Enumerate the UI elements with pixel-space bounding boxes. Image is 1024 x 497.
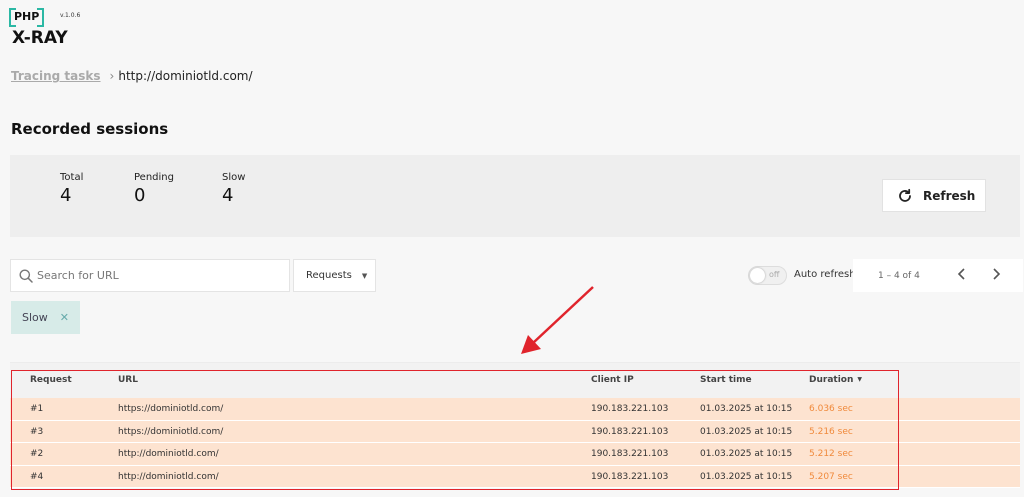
cell-url: http://dominiotld.com/ <box>118 449 219 459</box>
auto-refresh-label: Auto refresh <box>794 269 856 280</box>
cell-client-ip: 190.183.221.103 <box>591 404 669 414</box>
stat-value: 4 <box>60 185 72 206</box>
search-box <box>10 259 290 292</box>
app-version: v.1.0.6 <box>60 12 81 19</box>
table-header: Request URL Client IP Start time Duratio… <box>10 362 1020 398</box>
close-icon[interactable]: ✕ <box>60 311 69 324</box>
page-title: Recorded sessions <box>11 120 169 138</box>
table-row[interactable]: #3 https://dominiotld.com/ 190.183.221.1… <box>10 420 1020 443</box>
pagination-range: 1 – 4 of 4 <box>878 270 920 281</box>
refresh-icon <box>899 188 911 202</box>
cell-url: http://dominiotld.com/ <box>118 471 219 482</box>
refresh-button-label: Refresh <box>923 188 976 203</box>
stat-total: Total 4 <box>60 172 83 206</box>
cell-start-time: 01.03.2025 at 10:15 <box>700 449 793 459</box>
requests-dropdown-label: Requests <box>306 270 352 281</box>
cell-start-time: 01.03.2025 at 10:15 <box>700 471 793 482</box>
breadcrumb-tracing-tasks-link[interactable]: Tracing tasks <box>11 69 101 83</box>
chevron-right-icon[interactable] <box>991 267 1001 285</box>
cell-duration: 5.216 sec <box>809 426 853 437</box>
cell-url: https://dominiotld.com/ <box>118 404 224 414</box>
sessions-table: Request URL Client IP Start time Duratio… <box>10 362 1020 488</box>
cell-request: #3 <box>30 426 44 437</box>
app-logo: PHP v.1.0.6 X-RAY <box>8 8 90 48</box>
cell-request: #1 <box>30 404 44 414</box>
cell-client-ip: 190.183.221.103 <box>591 471 669 482</box>
column-request[interactable]: Request <box>30 375 72 385</box>
chevron-left-icon[interactable] <box>957 267 967 285</box>
stat-label: Slow <box>222 172 246 183</box>
column-url[interactable]: URL <box>118 375 138 385</box>
requests-dropdown[interactable]: Requests ▼ <box>293 259 376 292</box>
search-input[interactable] <box>37 269 277 282</box>
cell-duration: 5.212 sec <box>809 449 853 459</box>
column-client-ip[interactable]: Client IP <box>591 375 634 385</box>
auto-refresh-toggle[interactable]: off <box>748 266 787 285</box>
sort-desc-icon: ▼ <box>857 376 862 383</box>
column-duration-label: Duration <box>809 375 854 385</box>
search-icon <box>19 269 33 283</box>
table-row[interactable]: #1 https://dominiotld.com/ 190.183.221.1… <box>10 398 1020 421</box>
table-row[interactable]: #2 http://dominiotld.com/ 190.183.221.10… <box>10 443 1020 466</box>
cell-url: https://dominiotld.com/ <box>118 426 224 437</box>
stat-label: Total <box>60 172 84 183</box>
logo-name: X-RAY <box>12 28 68 48</box>
column-duration[interactable]: Duration ▼ <box>809 375 862 385</box>
stats-panel: Total 4 Pending 0 Slow 4 Refresh <box>10 155 1020 237</box>
breadcrumb: Tracing tasks › http://dominiotld.com/ <box>11 69 253 83</box>
pagination: 1 – 4 of 4 <box>853 259 1023 292</box>
stat-value: 0 <box>134 185 146 206</box>
breadcrumb-current: http://dominiotld.com/ <box>118 69 253 83</box>
cell-request: #2 <box>30 449 44 459</box>
cell-start-time: 01.03.2025 at 10:15 <box>700 426 793 437</box>
cell-client-ip: 190.183.221.103 <box>591 426 669 437</box>
cell-start-time: 01.03.2025 at 10:15 <box>700 404 793 414</box>
logo-php: PHP <box>8 8 45 27</box>
toggle-state-text: off <box>769 270 780 279</box>
cell-duration: 6.036 sec <box>809 404 853 414</box>
stat-label: Pending <box>134 172 174 183</box>
column-start-time[interactable]: Start time <box>700 375 752 385</box>
caret-down-icon: ▼ <box>361 271 368 280</box>
stat-pending: Pending 0 <box>134 172 174 206</box>
stat-slow: Slow 4 <box>222 172 245 206</box>
table-row[interactable]: #4 http://dominiotld.com/ 190.183.221.10… <box>10 465 1020 488</box>
filter-chip-label: Slow <box>22 311 48 324</box>
refresh-button[interactable]: Refresh <box>882 179 986 212</box>
cell-duration: 5.207 sec <box>809 471 853 482</box>
chevron-right-icon: › <box>109 69 115 83</box>
cell-request: #4 <box>30 471 44 482</box>
filter-chip-slow: Slow ✕ <box>11 301 80 334</box>
cell-client-ip: 190.183.221.103 <box>591 449 669 459</box>
stat-value: 4 <box>222 185 234 206</box>
toggle-knob <box>750 268 765 283</box>
